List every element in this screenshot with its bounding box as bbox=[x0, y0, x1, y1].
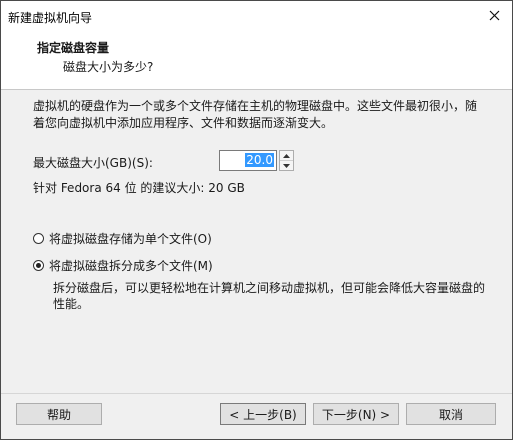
spinner-buttons bbox=[279, 150, 294, 171]
spin-down-button[interactable] bbox=[280, 161, 293, 170]
recommended-size-text: 针对 Fedora 64 位 的建议大小: 20 GB bbox=[33, 181, 245, 195]
arrow-up-icon bbox=[283, 153, 290, 158]
next-button[interactable]: 下一步(N) > bbox=[313, 403, 399, 425]
multi-file-label: 将虚拟磁盘拆分成多个文件(M) bbox=[49, 259, 213, 273]
close-button[interactable] bbox=[480, 3, 508, 27]
cancel-button[interactable]: 取消 bbox=[406, 403, 496, 425]
description-text: 虚拟机的硬盘作为一个或多个文件存储在主机的物理磁盘中。这些文件最初很小，随着您向… bbox=[33, 99, 478, 130]
title-bar: 新建虚拟机向导 bbox=[1, 1, 512, 31]
disk-size-spinner: 20.0 bbox=[219, 150, 295, 171]
wizard-window: 新建虚拟机向导 指定磁盘容量 磁盘大小为多少? 虚拟机的硬盘作为一个或多个文件存… bbox=[0, 0, 513, 440]
close-icon bbox=[489, 10, 499, 20]
single-file-option[interactable]: 将虚拟磁盘存储为单个文件(O) bbox=[33, 230, 212, 247]
multi-file-radio[interactable] bbox=[33, 260, 44, 271]
disk-size-label: 最大磁盘大小(GB)(S): bbox=[33, 156, 153, 170]
wizard-header: 指定磁盘容量 磁盘大小为多少? bbox=[1, 31, 512, 90]
page-subtitle: 磁盘大小为多少? bbox=[63, 60, 154, 74]
help-button[interactable]: 帮助 bbox=[16, 403, 102, 425]
arrow-down-icon bbox=[283, 163, 290, 168]
back-button[interactable]: < 上一步(B) bbox=[220, 403, 306, 425]
multi-file-option[interactable]: 将虚拟磁盘拆分成多个文件(M) bbox=[33, 257, 213, 274]
disk-size-input[interactable]: 20.0 bbox=[219, 150, 277, 171]
footer-divider bbox=[1, 393, 512, 394]
window-title: 新建虚拟机向导 bbox=[8, 11, 93, 25]
single-file-label: 将虚拟磁盘存储为单个文件(O) bbox=[49, 232, 212, 246]
single-file-radio[interactable] bbox=[33, 233, 44, 244]
multi-file-note: 拆分磁盘后，可以更轻松地在计算机之间移动虚拟机，但可能会降低大容量磁盘的性能。 bbox=[53, 281, 486, 311]
disk-size-value: 20.0 bbox=[245, 153, 274, 167]
page-title: 指定磁盘容量 bbox=[37, 41, 110, 55]
spin-up-button[interactable] bbox=[280, 151, 293, 161]
